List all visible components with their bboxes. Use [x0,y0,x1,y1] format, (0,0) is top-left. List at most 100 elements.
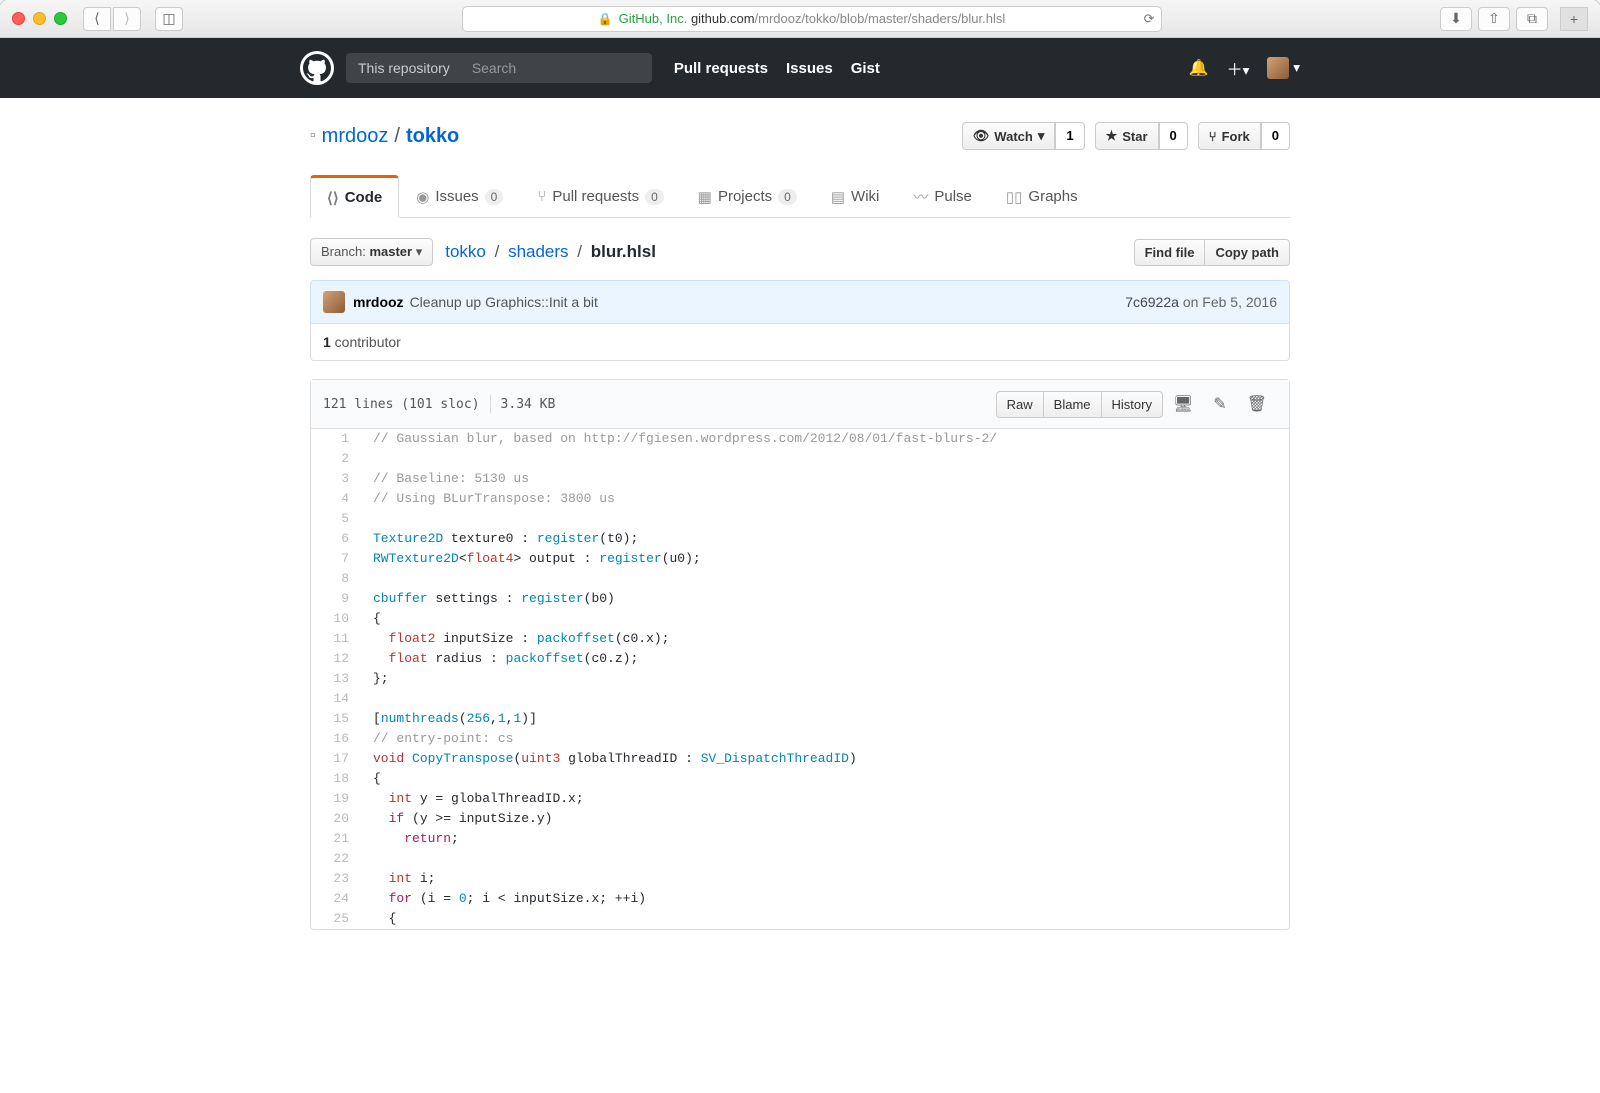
new-tab-button[interactable]: + [1560,7,1588,31]
line-content: cbuffer settings : register(b0) [361,589,615,609]
tabs-button[interactable]: ⧉ [1516,7,1548,31]
downloads-button[interactable]: ⬇ [1440,7,1472,31]
breadcrumb-root[interactable]: tokko [445,242,486,261]
line-number[interactable]: 15 [311,709,361,729]
code-line: 10{ [311,609,1289,629]
tab-wiki[interactable]: ▤Wiki [814,175,897,218]
tab-code[interactable]: ⟨⟩Code [310,175,399,218]
line-content: float2 inputSize : packoffset(c0.x); [361,629,669,649]
code-icon: ⟨⟩ [327,189,339,207]
line-content: [numthreads(256,1,1)] [361,709,537,729]
tab-pulse[interactable]: 〰Pulse [896,175,989,218]
line-number[interactable]: 5 [311,509,361,529]
back-button[interactable]: ⟨ [83,7,111,31]
copy-path-button[interactable]: Copy path [1205,239,1290,266]
commit-message[interactable]: Cleanup up Graphics::Init a bit [410,294,598,310]
line-content: float radius : packoffset(c0.z); [361,649,638,669]
line-content [361,849,373,869]
address-bar[interactable]: 🔒 GitHub, Inc. github.com /mrdooz/tokko/… [462,6,1162,32]
fork-count[interactable]: 0 [1261,122,1290,150]
commit-sha[interactable]: 7c6922a [1125,294,1179,310]
user-menu-button[interactable]: ▾ [1267,57,1300,79]
code-line: 16// entry-point: cs [311,729,1289,749]
code-line: 13}; [311,669,1289,689]
line-number[interactable]: 14 [311,689,361,709]
tab-graphs[interactable]: ▯▯Graphs [989,175,1095,218]
tab-projects[interactable]: ▦Projects 0 [681,175,814,218]
code-line: 14 [311,689,1289,709]
maximize-window-button[interactable] [54,12,67,25]
line-number[interactable]: 10 [311,609,361,629]
tab-pull-requests[interactable]: ⑂Pull requests 0 [520,175,680,218]
line-content: { [361,609,381,629]
branch-select-button[interactable]: Branch: master ▾ [310,238,433,266]
code-line: 9cbuffer settings : register(b0) [311,589,1289,609]
desktop-icon[interactable]: 🖥 [1163,388,1203,420]
fork-button[interactable]: ⑂ Fork [1198,122,1261,150]
pulse-icon: 〰 [913,186,928,207]
line-number[interactable]: 17 [311,749,361,769]
line-number[interactable]: 22 [311,849,361,869]
star-button[interactable]: ★ Star [1095,122,1159,150]
star-count[interactable]: 0 [1159,122,1188,150]
repo-owner-link[interactable]: mrdooz [322,125,389,148]
line-number[interactable]: 6 [311,529,361,549]
line-number[interactable]: 20 [311,809,361,829]
notifications-icon[interactable]: 🔔 [1189,58,1209,78]
github-logo[interactable] [300,51,334,85]
delete-icon[interactable]: 🗑 [1237,388,1277,420]
book-icon: ▤ [831,188,845,206]
line-number[interactable]: 12 [311,649,361,669]
search-scope-button[interactable]: This repository [346,53,462,83]
line-number[interactable]: 3 [311,469,361,489]
sidebar-toggle-button[interactable]: ◫ [155,7,183,31]
commit-author[interactable]: mrdooz [353,294,404,310]
minimize-window-button[interactable] [33,12,46,25]
line-number[interactable]: 21 [311,829,361,849]
forward-button[interactable]: ⟩ [113,7,141,31]
commit-author-avatar[interactable] [323,291,345,313]
line-number[interactable]: 7 [311,549,361,569]
nav-issues[interactable]: Issues [786,60,833,77]
tab-issues[interactable]: ◉Issues 0 [399,175,520,218]
search-input[interactable] [462,53,652,83]
line-number[interactable]: 9 [311,589,361,609]
line-number[interactable]: 2 [311,449,361,469]
line-number[interactable]: 25 [311,909,361,929]
watch-button[interactable]: 👁 Watch ▾ [962,122,1056,150]
line-number[interactable]: 24 [311,889,361,909]
code-line: 3// Baseline: 5130 us [311,469,1289,489]
line-content: }; [361,669,389,689]
line-content: for (i = 0; i < inputSize.x; ++i) [361,889,646,909]
blame-button[interactable]: Blame [1044,391,1102,418]
url-domain: github.com [691,11,755,26]
line-number[interactable]: 4 [311,489,361,509]
breadcrumb-dir[interactable]: shaders [508,242,568,261]
line-number[interactable]: 18 [311,769,361,789]
line-content: { [361,909,396,929]
reload-button[interactable]: ⟳ [1144,11,1155,27]
code-line: 23 int i; [311,869,1289,889]
line-number[interactable]: 23 [311,869,361,889]
repo-tabs: ⟨⟩Code ◉Issues 0 ⑂Pull requests 0 ▦Proje… [310,174,1290,218]
edit-icon[interactable]: ✎ [1203,388,1236,420]
watch-count[interactable]: 1 [1055,122,1084,150]
history-button[interactable]: History [1102,391,1163,418]
line-number[interactable]: 11 [311,629,361,649]
line-number[interactable]: 19 [311,789,361,809]
code-view: 1// Gaussian blur, based on http://fgies… [311,429,1289,929]
line-number[interactable]: 13 [311,669,361,689]
repo-name-link[interactable]: tokko [406,125,459,147]
line-content [361,449,373,469]
line-number[interactable]: 1 [311,429,361,449]
code-line: 1// Gaussian blur, based on http://fgies… [311,429,1289,449]
line-number[interactable]: 8 [311,569,361,589]
share-button[interactable]: ⇧ [1478,7,1510,31]
create-menu-button[interactable]: ＋▾ [1227,56,1250,80]
nav-pull-requests[interactable]: Pull requests [674,60,768,77]
raw-button[interactable]: Raw [996,391,1044,418]
close-window-button[interactable] [12,12,25,25]
nav-gist[interactable]: Gist [851,60,880,77]
find-file-button[interactable]: Find file [1134,239,1206,266]
line-number[interactable]: 16 [311,729,361,749]
